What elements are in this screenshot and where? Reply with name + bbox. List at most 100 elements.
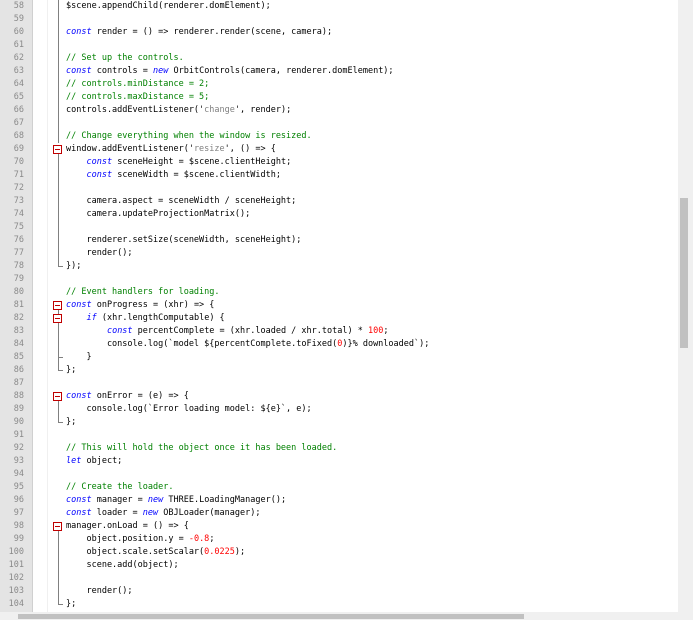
code-text[interactable]: const loader = new OBJLoader(manager); xyxy=(66,507,261,520)
code-text[interactable]: // controls.maxDistance = 5; xyxy=(66,91,209,104)
code-line[interactable]: 91 xyxy=(0,429,678,442)
code-text[interactable]: const render = () => renderer.render(sce… xyxy=(66,26,332,39)
code-line[interactable]: 75 xyxy=(0,221,678,234)
code-line[interactable]: 98 manager.onLoad = () => { xyxy=(0,520,678,533)
code-text[interactable]: }; xyxy=(66,416,76,429)
code-line[interactable]: 103 render(); xyxy=(0,585,678,598)
code-line[interactable]: 100 object.scale.setScalar(0.0225); xyxy=(0,546,678,559)
code-line[interactable]: 58 $scene.appendChild(renderer.domElement… xyxy=(0,0,678,13)
code-text[interactable]: console.log(`Error loading model: ${e}`,… xyxy=(66,403,311,416)
code-text[interactable]: console.log(`model ${percentComplete.toF… xyxy=(66,338,429,351)
code-text[interactable]: camera.updateProjectionMatrix(); xyxy=(66,208,250,221)
code-line[interactable]: 92 // This will hold the object once it h… xyxy=(0,442,678,455)
code-line[interactable]: 61 xyxy=(0,39,678,52)
code-line[interactable]: 81 const onProgress = (xhr) => { xyxy=(0,299,678,312)
fold-guide xyxy=(58,401,59,423)
code-line[interactable]: 66 controls.addEventListener('change', re… xyxy=(0,104,678,117)
code-text[interactable]: }; xyxy=(66,364,76,377)
code-line[interactable]: 67 xyxy=(0,117,678,130)
line-number: 95 xyxy=(13,482,24,492)
code-text[interactable]: render(); xyxy=(66,247,132,260)
code-text[interactable]: renderer.setSize(sceneWidth, sceneHeight… xyxy=(66,234,301,247)
code-line[interactable]: 86}; xyxy=(0,364,678,377)
code-line[interactable]: 94 xyxy=(0,468,678,481)
code-text[interactable]: }); xyxy=(66,260,81,273)
code-text[interactable]: $scene.appendChild(renderer.domElement); xyxy=(66,0,271,13)
code-line[interactable]: 74 camera.updateProjectionMatrix(); xyxy=(0,208,678,221)
code-line[interactable]: 72 xyxy=(0,182,678,195)
code-text[interactable]: // controls.minDistance = 2; xyxy=(66,78,209,91)
code-text[interactable]: const percentComplete = (xhr.loaded / xh… xyxy=(66,325,388,338)
code-text[interactable]: // Set up the controls. xyxy=(66,52,184,65)
code-line[interactable]: 80 // Event handlers for loading. xyxy=(0,286,678,299)
code-line[interactable]: 93 let object; xyxy=(0,455,678,468)
code-line[interactable]: 63 const controls = new OrbitControls(cam… xyxy=(0,65,678,78)
code-text[interactable]: scene.add(object); xyxy=(66,559,178,572)
line-number: 82 xyxy=(13,313,24,323)
code-line[interactable]: 95 // Create the loader. xyxy=(0,481,678,494)
code-line[interactable]: 76 renderer.setSize(sceneWidth, sceneHei… xyxy=(0,234,678,247)
code-text[interactable]: if (xhr.lengthComputable) { xyxy=(66,312,224,325)
code-text[interactable]: controls.addEventListener('change', rend… xyxy=(66,104,291,117)
code-line[interactable]: 87 xyxy=(0,377,678,390)
code-line[interactable]: 90}; xyxy=(0,416,678,429)
code-line[interactable]: 82 if (xhr.lengthComputable) { xyxy=(0,312,678,325)
fold-toggle-icon[interactable] xyxy=(53,522,62,531)
line-number: 85 xyxy=(13,352,24,362)
code-line[interactable]: 70 const sceneHeight = $scene.clientHeig… xyxy=(0,156,678,169)
line-number: 101 xyxy=(8,560,24,570)
code-line[interactable]: 96 const manager = new THREE.LoadingManag… xyxy=(0,494,678,507)
fold-toggle-icon[interactable] xyxy=(53,314,62,323)
code-line[interactable]: 64 // controls.minDistance = 2; xyxy=(0,78,678,91)
fold-toggle-icon[interactable] xyxy=(53,301,62,310)
code-text[interactable]: object.scale.setScalar(0.0225); xyxy=(66,546,245,559)
code-line[interactable]: 104}; xyxy=(0,598,678,611)
code-line[interactable]: 79 xyxy=(0,273,678,286)
code-text[interactable]: window.addEventListener('resize', () => … xyxy=(66,143,276,156)
code-line[interactable]: 59 xyxy=(0,13,678,26)
code-line[interactable]: 62 // Set up the controls. xyxy=(0,52,678,65)
code-text[interactable]: let object; xyxy=(66,455,122,468)
code-text[interactable]: manager.onLoad = () => { xyxy=(66,520,189,533)
code-line[interactable]: 88 const onError = (e) => { xyxy=(0,390,678,403)
code-line[interactable]: 89 console.log(`Error loading model: ${e… xyxy=(0,403,678,416)
code-text[interactable]: // Create the loader. xyxy=(66,481,173,494)
vertical-scrollbar-thumb[interactable] xyxy=(680,198,688,348)
code-text[interactable]: const onProgress = (xhr) => { xyxy=(66,299,214,312)
code-editor[interactable]: 58 $scene.appendChild(renderer.domElement… xyxy=(0,0,678,612)
horizontal-scrollbar-thumb[interactable] xyxy=(18,614,524,619)
line-number: 83 xyxy=(13,326,24,336)
code-line[interactable]: 60 const render = () => renderer.render(s… xyxy=(0,26,678,39)
code-text[interactable]: // Change everything when the window is … xyxy=(66,130,312,143)
fold-guide xyxy=(58,0,59,143)
code-line[interactable]: 99 object.position.y = -0.8; xyxy=(0,533,678,546)
code-text[interactable]: }; xyxy=(66,598,76,611)
code-line[interactable]: 101 scene.add(object); xyxy=(0,559,678,572)
code-text[interactable]: // Event handlers for loading. xyxy=(66,286,220,299)
code-text[interactable]: const sceneWidth = $scene.clientWidth; xyxy=(66,169,280,182)
code-line[interactable]: 77 render(); xyxy=(0,247,678,260)
code-line[interactable]: 83 const percentComplete = (xhr.loaded /… xyxy=(0,325,678,338)
fold-toggle-icon[interactable] xyxy=(53,392,62,401)
code-line[interactable]: 78}); xyxy=(0,260,678,273)
code-line[interactable]: 85 } xyxy=(0,351,678,364)
code-line[interactable]: 97 const loader = new OBJLoader(manager); xyxy=(0,507,678,520)
code-text[interactable]: camera.aspect = sceneWidth / sceneHeight… xyxy=(66,195,296,208)
code-text[interactable]: const controls = new OrbitControls(camer… xyxy=(66,65,394,78)
code-text[interactable]: const sceneHeight = $scene.clientHeight; xyxy=(66,156,291,169)
line-number: 71 xyxy=(13,170,24,180)
code-line[interactable]: 65 // controls.maxDistance = 5; xyxy=(0,91,678,104)
code-text[interactable]: const onError = (e) => { xyxy=(66,390,189,403)
code-line[interactable]: 73 camera.aspect = sceneWidth / sceneHei… xyxy=(0,195,678,208)
code-text[interactable]: const manager = new THREE.LoadingManager… xyxy=(66,494,286,507)
code-line[interactable]: 84 console.log(`model ${percentComplete.… xyxy=(0,338,678,351)
code-text[interactable]: object.position.y = -0.8; xyxy=(66,533,214,546)
code-line[interactable]: 69 window.addEventListener('resize', () =… xyxy=(0,143,678,156)
code-text[interactable]: render(); xyxy=(66,585,132,598)
code-line[interactable]: 102 xyxy=(0,572,678,585)
fold-toggle-icon[interactable] xyxy=(53,145,62,154)
code-line[interactable]: 68 // Change everything when the window i… xyxy=(0,130,678,143)
code-text[interactable]: // This will hold the object once it has… xyxy=(66,442,337,455)
code-text[interactable]: } xyxy=(66,351,91,364)
code-line[interactable]: 71 const sceneWidth = $scene.clientWidth… xyxy=(0,169,678,182)
